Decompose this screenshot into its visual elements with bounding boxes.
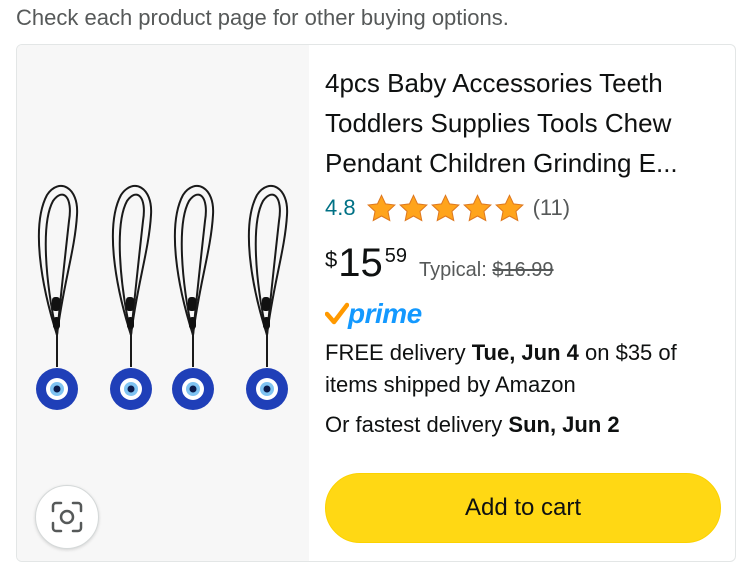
review-count[interactable]: (11) xyxy=(533,195,571,221)
price-whole: 15 xyxy=(338,241,383,285)
pendant-necklace xyxy=(110,184,153,410)
star-icon xyxy=(398,193,428,221)
typical-price-row: Typical: $16.99 xyxy=(419,259,554,282)
pendant-necklace xyxy=(36,184,79,410)
price-fraction: 59 xyxy=(384,245,407,267)
prime-check-icon xyxy=(325,302,349,325)
delivery-prefix: FREE delivery xyxy=(325,340,472,365)
product-info: 4pcs Baby Accessories Teeth Toddlers Sup… xyxy=(325,45,725,561)
buying-options-notice: Check each product page for other buying… xyxy=(16,5,509,30)
star-icon xyxy=(462,193,492,221)
typical-price: $16.99 xyxy=(492,259,554,281)
delivery-date: Tue, Jun 4 xyxy=(471,340,579,365)
prime-badge: prime xyxy=(325,297,422,331)
pendant-necklace xyxy=(246,184,289,410)
price-currency-symbol: $ xyxy=(325,247,338,272)
product-image-pane[interactable] xyxy=(17,45,309,561)
star-icon xyxy=(494,193,524,221)
free-delivery-info: FREE delivery Tue, Jun 4 on $35 of items… xyxy=(325,337,721,401)
visual-search-icon xyxy=(51,501,83,533)
star-icon xyxy=(366,193,396,221)
product-card: 4pcs Baby Accessories Teeth Toddlers Sup… xyxy=(16,44,736,562)
product-title[interactable]: 4pcs Baby Accessories Teeth Toddlers Sup… xyxy=(325,63,717,183)
fastest-delivery-info: Or fastest delivery Sun, Jun 2 xyxy=(325,409,620,441)
star-icon xyxy=(430,193,460,221)
visual-search-button[interactable] xyxy=(35,485,99,549)
prime-label: prime xyxy=(348,298,422,329)
add-to-cart-button[interactable]: Add to cart xyxy=(325,473,721,543)
typical-price-label: Typical: xyxy=(419,259,487,281)
fastest-date: Sun, Jun 2 xyxy=(508,412,620,437)
rating-value[interactable]: 4.8 xyxy=(325,195,356,221)
product-image[interactable] xyxy=(17,45,309,561)
rating-row[interactable]: 4.8 (11) xyxy=(325,191,570,225)
star-rating[interactable] xyxy=(366,193,525,224)
fastest-prefix: Or fastest delivery xyxy=(325,412,509,437)
pendant-necklace xyxy=(172,184,215,410)
price-row: $ 15 59 Typical: $16.99 xyxy=(325,241,554,285)
